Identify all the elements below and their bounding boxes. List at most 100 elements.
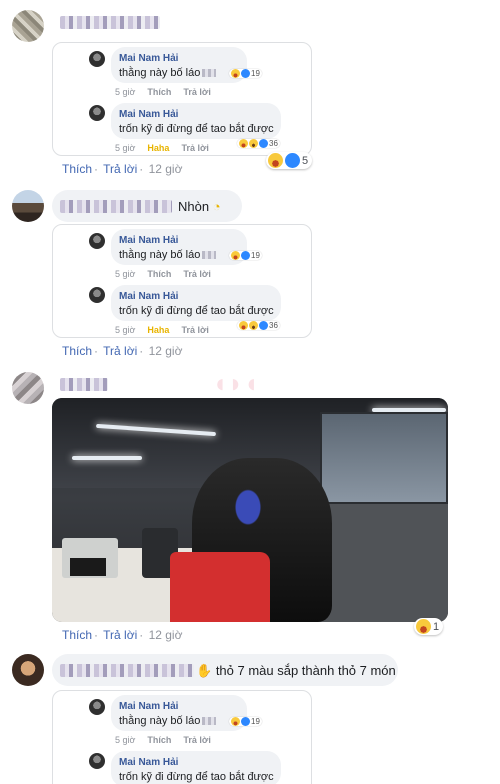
reply-thread: Mai Nam Hải thằng này bố láo 19 5 giờ Thí…	[52, 42, 312, 156]
like-icon	[241, 717, 250, 726]
avatar[interactable]	[12, 372, 44, 404]
like-icon	[285, 153, 300, 168]
comment-text: Nhòn ◔	[178, 199, 221, 214]
like-icon	[259, 321, 268, 330]
haha-icon	[231, 251, 240, 260]
timestamp: 5 giờ	[115, 325, 136, 335]
blurred-word	[202, 717, 217, 726]
emoji-icon: ◔	[212, 199, 221, 214]
reply-actions: 5 giờ Thích Trả lời	[115, 735, 223, 745]
avatar[interactable]	[12, 190, 44, 222]
timestamp: 5 giờ	[115, 269, 136, 279]
blurred-author-name	[60, 664, 194, 677]
haha-link[interactable]: Haha	[147, 325, 169, 335]
reply-link[interactable]: Trả lời	[183, 735, 210, 745]
comment-bubble: ✋ thỏ 7 màu sắp thành thỏ 7 món	[52, 654, 398, 686]
reaction-count[interactable]: 36	[237, 321, 280, 330]
like-link[interactable]: Thích	[147, 735, 171, 745]
like-icon	[241, 69, 250, 78]
reply-bubble: Mai Nam Hải trốn kỹ đi đừng để tao bắt đ…	[111, 285, 281, 321]
haha-icon	[231, 69, 240, 78]
reaction-count[interactable]: 19	[229, 69, 262, 78]
reply-text: trốn kỹ đi đừng để tao bắt được	[119, 305, 274, 317]
wave-icon: ✋	[196, 663, 213, 678]
reply-author[interactable]: Mai Nam Hải	[119, 53, 178, 64]
timestamp: 5 giờ	[115, 87, 136, 97]
reply-author[interactable]: Mai Nam Hải	[119, 291, 178, 302]
blurred-author-name	[60, 200, 172, 213]
haha-icon	[416, 619, 431, 634]
haha-icon	[231, 717, 240, 726]
like-icon	[241, 251, 250, 260]
avatar[interactable]	[89, 699, 105, 715]
like-link[interactable]: Thích	[147, 269, 171, 279]
timestamp: 5 giờ	[115, 143, 136, 153]
blurred-author-name	[60, 16, 160, 29]
reply-text: trốn kỹ đi đừng để tao bắt được	[119, 123, 274, 135]
watermark: ◖◗◖	[212, 368, 260, 398]
avatar[interactable]	[12, 10, 44, 42]
reply-link[interactable]: Trả lời	[181, 143, 208, 153]
reply-actions: 5 giờ Haha Trả lời	[115, 143, 221, 153]
comment-bubble: Nhòn ◔	[52, 190, 242, 222]
avatar[interactable]	[89, 287, 105, 303]
video-attachment[interactable]	[52, 398, 448, 622]
reply-text: trốn kỹ đi đừng để tao bắt được	[119, 771, 274, 783]
reply-link[interactable]: Trả lời	[103, 344, 137, 358]
reaction-count[interactable]: 19	[229, 251, 262, 260]
blurred-word	[202, 251, 217, 260]
reply-bubble: Mai Nam Hải thằng này bố láo	[111, 47, 247, 83]
reply-author[interactable]: Mai Nam Hải	[119, 757, 178, 768]
like-link[interactable]: Thích	[62, 628, 92, 642]
reply-actions: 5 giờ Thích Trả lời	[115, 269, 223, 279]
avatar[interactable]	[89, 105, 105, 121]
haha-icon	[268, 153, 283, 168]
reply-bubble: Mai Nam Hải trốn kỹ đi đừng để tao bắt đ…	[111, 103, 281, 139]
reaction-count[interactable]: 36	[237, 139, 280, 148]
timestamp: 5 giờ	[115, 735, 136, 745]
haha-icon	[239, 139, 248, 148]
timestamp: 12 giờ	[148, 344, 183, 358]
reply-actions: 5 giờ Thích Trả lời	[115, 87, 223, 97]
reply-text: thằng này bố láo	[119, 67, 217, 79]
reply-bubble: Mai Nam Hải thằng này bố láo	[111, 229, 247, 265]
reply-link[interactable]: Trả lời	[103, 628, 137, 642]
comment-actions: Thích · Trả lời · 12 giờ	[62, 344, 183, 358]
reply-link[interactable]: Trả lời	[183, 269, 210, 279]
reply-link[interactable]: Trả lời	[103, 162, 137, 176]
reply-bubble: Mai Nam Hải trốn kỹ đi đừng để tao bắt đ…	[111, 751, 281, 784]
like-icon	[259, 139, 268, 148]
reply-text: thằng này bố láo	[119, 249, 217, 261]
reply-author[interactable]: Mai Nam Hải	[119, 109, 178, 120]
comment-actions: Thích · Trả lời · 12 giờ	[62, 162, 183, 176]
reply-thread: Mai Nam Hải thằng này bố láo 19 5 giờ Thí…	[52, 690, 312, 784]
reply-thread: Mai Nam Hải thằng này bố láo 19 5 giờ Thí…	[52, 224, 312, 338]
wow-icon	[249, 139, 258, 148]
avatar[interactable]	[89, 233, 105, 249]
reaction-count[interactable]: 5	[266, 152, 313, 169]
reply-bubble: Mai Nam Hải thằng này bố láo	[111, 695, 247, 731]
reply-link[interactable]: Trả lời	[181, 325, 208, 335]
reply-author[interactable]: Mai Nam Hải	[119, 701, 178, 712]
blurred-author-name	[60, 378, 108, 391]
avatar[interactable]	[89, 51, 105, 67]
avatar[interactable]	[89, 753, 105, 769]
reply-actions: 5 giờ Haha Trả lời	[115, 325, 221, 335]
reaction-count[interactable]: 1	[414, 618, 444, 635]
like-link[interactable]: Thích	[62, 162, 92, 176]
like-link[interactable]: Thích	[147, 87, 171, 97]
haha-icon	[239, 321, 248, 330]
like-link[interactable]: Thích	[62, 344, 92, 358]
reply-link[interactable]: Trả lời	[183, 87, 210, 97]
comment-text: ✋ thỏ 7 màu sắp thành thỏ 7 món	[196, 663, 396, 678]
timestamp: 12 giờ	[148, 162, 183, 176]
haha-link[interactable]: Haha	[147, 143, 169, 153]
wow-icon	[249, 321, 258, 330]
reply-text: thằng này bố láo	[119, 715, 217, 727]
avatar[interactable]	[12, 654, 44, 686]
reaction-count[interactable]: 19	[229, 717, 262, 726]
comment-actions: Thích · Trả lời · 12 giờ	[62, 628, 183, 642]
timestamp: 12 giờ	[148, 628, 183, 642]
reply-author[interactable]: Mai Nam Hải	[119, 235, 178, 246]
blurred-word	[202, 69, 217, 78]
